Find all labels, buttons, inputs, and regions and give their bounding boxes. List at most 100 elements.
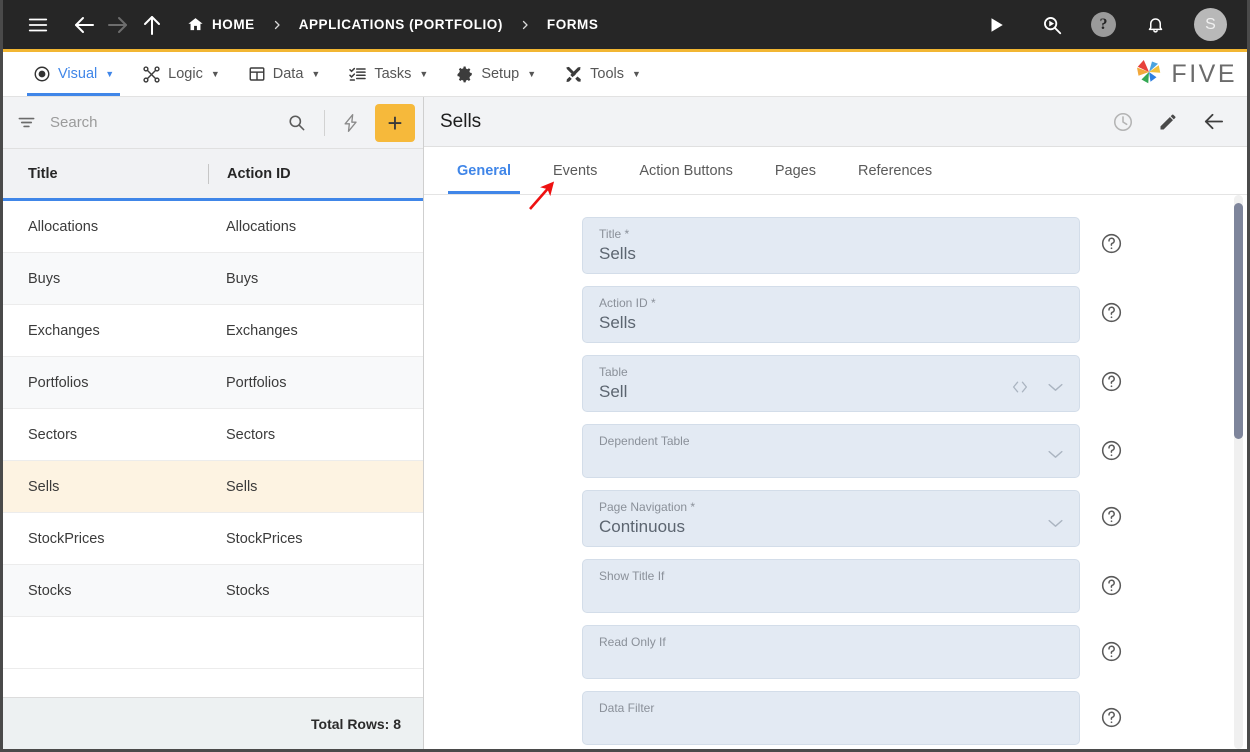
search-icon[interactable] [277, 113, 316, 132]
menu-item-tasks[interactable]: Tasks ▼ [334, 52, 442, 96]
chevron-down-icon[interactable] [1046, 447, 1065, 466]
field-dependent-table[interactable]: Dependent Table [582, 423, 1080, 478]
lightning-bolt-icon[interactable] [333, 113, 369, 133]
nav-up-icon[interactable] [135, 8, 169, 42]
cell-action-id: Exchanges [226, 322, 298, 339]
field-label-action-id: Action ID * [599, 295, 656, 310]
help-question-icon[interactable] [1098, 705, 1124, 731]
help-question-icon[interactable] [1098, 369, 1124, 395]
cell-title: Allocations [28, 218, 99, 235]
hamburger-menu-icon[interactable] [21, 8, 55, 42]
table-row[interactable]: Sectors Sectors [3, 409, 423, 461]
tab-general[interactable]: General [448, 147, 520, 194]
field-data-filter[interactable]: Data Filter [582, 690, 1080, 745]
column-header-action-id[interactable]: Action ID [209, 166, 423, 182]
user-avatar[interactable]: S [1194, 8, 1227, 41]
edit-pencil-icon[interactable] [1158, 112, 1178, 132]
menu-label-logic: Logic [168, 66, 203, 82]
table-row[interactable]: Exchanges Exchanges [3, 305, 423, 357]
cell-action-id: StockPrices [226, 530, 303, 547]
field-row-title: Title * Sells [424, 216, 1247, 274]
topbar-actions: ? S [979, 8, 1233, 42]
menu-label-tasks: Tasks [374, 66, 412, 82]
forms-table-body: Allocations Allocations Buys Buys Exchan… [3, 201, 423, 697]
nav-forward-icon[interactable] [101, 8, 135, 42]
toolbar-divider [324, 109, 325, 136]
field-label-show-title-if: Show Title If [599, 568, 665, 583]
field-read-only-if[interactable]: Read Only If [582, 624, 1080, 679]
field-action-id[interactable]: Action ID * Sells [582, 285, 1080, 343]
help-question-icon[interactable] [1098, 438, 1124, 464]
field-row-table: Table Sell [424, 354, 1247, 412]
menu-label-setup: Setup [481, 66, 520, 82]
table-row-selected[interactable]: Sells Sells [3, 461, 423, 513]
tab-label-events: Events [553, 162, 598, 179]
tab-pages[interactable]: Pages [766, 147, 825, 194]
nav-back-icon[interactable] [67, 8, 101, 42]
cell-title: Portfolios [28, 374, 89, 391]
tab-action-buttons[interactable]: Action Buttons [630, 147, 742, 194]
form-detail-pane: Sells General Events Action Buttons Page… [424, 97, 1247, 749]
field-page-navigation[interactable]: Page Navigation * Continuous [582, 489, 1080, 547]
table-row[interactable]: StockPrices StockPrices [3, 513, 423, 565]
table-footer: Total Rows: 8 [3, 697, 423, 749]
breadcrumb-item-applications[interactable]: APPLICATIONS (PORTFOLIO) [299, 17, 503, 32]
breadcrumb-item-forms[interactable]: FORMS [547, 17, 599, 32]
chevron-down-icon[interactable] [1046, 380, 1065, 399]
menu-item-tools[interactable]: Tools ▼ [550, 52, 655, 96]
notifications-bell-icon[interactable] [1138, 8, 1172, 42]
chevron-down-icon[interactable] [1046, 516, 1065, 535]
field-row-data-filter: Data Filter [424, 690, 1247, 745]
field-label-dependent-table: Dependent Table [599, 433, 690, 448]
table-row[interactable]: Allocations Allocations [3, 201, 423, 253]
help-question-icon[interactable] [1098, 231, 1124, 257]
form-scroll-region: Title * Sells Action ID * Sells Table Se… [424, 194, 1247, 749]
history-clock-icon[interactable] [1112, 111, 1134, 133]
cell-title: Sectors [28, 426, 78, 443]
field-show-title-if[interactable]: Show Title If [582, 558, 1080, 613]
menu-label-visual: Visual [58, 66, 98, 82]
cell-title: StockPrices [28, 530, 105, 547]
visual-eye-icon [33, 65, 51, 83]
menu-item-data[interactable]: Data ▼ [234, 52, 335, 96]
run-play-icon[interactable] [979, 8, 1013, 42]
menu-item-setup[interactable]: Setup ▼ [442, 52, 550, 96]
plus-icon: + [387, 107, 403, 138]
debug-search-icon[interactable] [1035, 8, 1069, 42]
code-brackets-icon[interactable] [1010, 379, 1030, 400]
filter-icon[interactable] [17, 113, 36, 132]
search-toolbar: + [3, 97, 423, 149]
menu-item-logic[interactable]: Logic ▼ [128, 52, 234, 96]
search-input[interactable] [50, 114, 277, 131]
five-pinwheel-icon [1134, 57, 1164, 92]
forms-table-header: Title Action ID [3, 149, 423, 201]
table-row[interactable]: Buys Buys [3, 253, 423, 305]
breadcrumb-label-applications: APPLICATIONS (PORTFOLIO) [298, 17, 503, 32]
field-title[interactable]: Title * Sells [582, 216, 1080, 274]
chevron-down-icon: ▼ [210, 68, 220, 79]
add-form-button[interactable]: + [375, 103, 415, 142]
help-question-icon[interactable] [1098, 573, 1124, 599]
field-label-page-navigation: Page Navigation * [599, 499, 696, 514]
form-scrollbar-track[interactable] [1234, 194, 1243, 749]
table-row[interactable]: Stocks Stocks [3, 565, 423, 617]
column-header-title[interactable]: Title [3, 166, 208, 182]
help-icon[interactable]: ? [1091, 12, 1116, 37]
cell-action-id: Portfolios [226, 374, 287, 391]
form-scrollbar-thumb[interactable] [1234, 202, 1243, 439]
field-label-table: Table [599, 364, 628, 379]
cell-action-id: Sectors [226, 426, 276, 443]
tab-events[interactable]: Events [544, 147, 606, 194]
field-table[interactable]: Table Sell [582, 354, 1080, 412]
menu-label-tools: Tools [590, 66, 624, 82]
cell-title: Sells [28, 478, 60, 495]
table-row[interactable]: Portfolios Portfolios [3, 357, 423, 409]
cell-action-id: Stocks [226, 582, 270, 599]
menu-item-visual[interactable]: Visual ▼ [19, 52, 128, 96]
help-question-icon[interactable] [1098, 639, 1124, 665]
breadcrumb-item-home[interactable]: HOME [187, 16, 255, 33]
tab-references[interactable]: References [849, 147, 941, 194]
help-question-icon[interactable] [1098, 504, 1124, 530]
back-arrow-icon[interactable] [1202, 110, 1225, 133]
help-question-icon[interactable] [1098, 300, 1124, 326]
